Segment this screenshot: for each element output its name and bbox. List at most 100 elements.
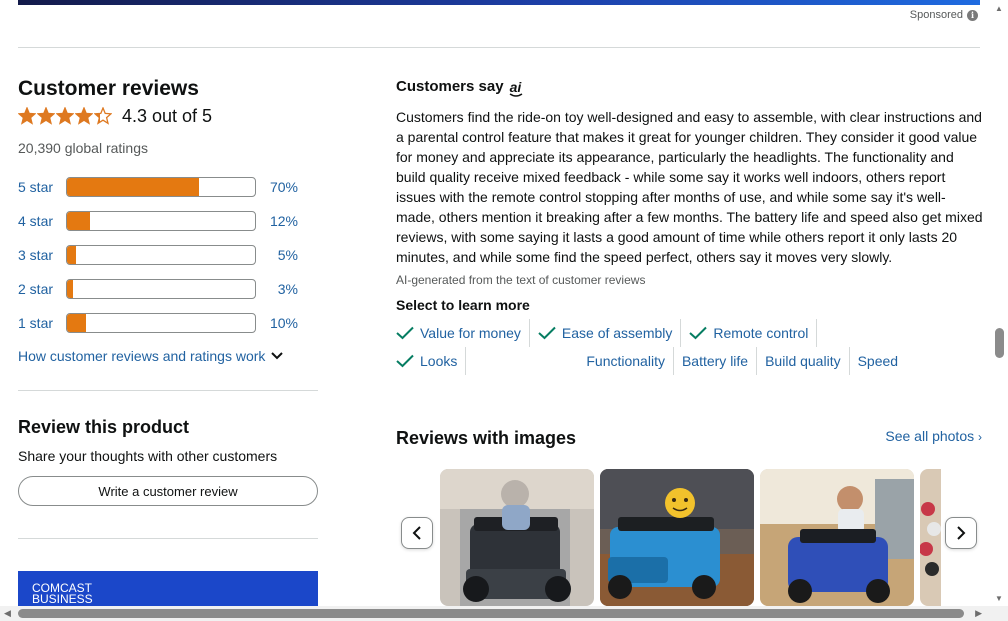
histogram-row[interactable]: 1 star 10% [18, 306, 318, 340]
histogram-bar[interactable] [66, 279, 256, 299]
sponsored-text: Sponsored [909, 9, 963, 21]
check-icon [396, 326, 414, 340]
histogram-bar[interactable] [66, 245, 256, 265]
histogram-row[interactable]: 3 star 5% [18, 238, 318, 272]
carousel-next-button[interactable] [945, 517, 977, 549]
review-photo-image [440, 469, 594, 606]
aspect-chip-label: Remote control [713, 325, 809, 341]
aspect-chip[interactable]: Ease of assembly [538, 319, 682, 347]
scroll-left-arrow-icon[interactable]: ◀ [4, 608, 11, 619]
vertical-scroll-thumb[interactable] [995, 328, 1004, 358]
ad-logo-text: COMCAST BUSINESS [32, 581, 93, 606]
how-reviews-work-text: How customer reviews and ratings work [18, 348, 266, 364]
histogram-bar-fill [67, 178, 199, 196]
horizontal-scrollbar[interactable]: ◀ ▶ [0, 606, 1008, 621]
aspect-chips: Value for money Ease of assembly Remote co… [396, 319, 956, 375]
histogram-bar-fill [67, 212, 90, 230]
aspect-chip[interactable]: Functionality [586, 347, 674, 375]
chevron-right-icon [957, 526, 966, 540]
comcast-ad-banner[interactable]: COMCAST BUSINESS [18, 571, 318, 611]
histogram-percent[interactable]: 70% [256, 179, 298, 195]
check-icon [396, 354, 414, 368]
see-all-photos-text: See all photos [885, 428, 975, 444]
reviews-with-images-heading: Reviews with images [396, 428, 577, 448]
horizontal-scroll-thumb[interactable] [18, 609, 964, 618]
histogram-star-label[interactable]: 4 star [18, 213, 66, 229]
star-icon [94, 107, 112, 125]
scroll-down-arrow-icon[interactable]: ▼ [995, 594, 1003, 603]
ai-review-summary: Customers find the ride-on toy well-desi… [396, 109, 983, 265]
review-photo[interactable] [600, 469, 754, 606]
customers-say-column: Customers say ai Customers find the ride… [396, 78, 986, 448]
review-photo[interactable] [440, 469, 594, 606]
review-photo-image [760, 469, 914, 606]
aspect-chip[interactable]: Battery life [681, 347, 758, 375]
write-review-label: Write a customer review [98, 483, 238, 499]
scroll-right-arrow-icon[interactable]: ▶ [975, 608, 982, 619]
star-icon [56, 107, 74, 125]
histogram-bar[interactable] [66, 177, 256, 197]
histogram-percent[interactable]: 5% [256, 247, 298, 263]
review-photo-image [600, 469, 754, 606]
check-icon [538, 326, 556, 340]
rating-histogram: 5 star 70% 4 star 12% 3 star 5% 2 star 3% 1 star… [18, 170, 318, 340]
aspect-chip-label: Value for money [420, 325, 521, 341]
carousel-prev-button[interactable] [401, 517, 433, 549]
review-photo[interactable] [920, 469, 941, 606]
histogram-bar[interactable] [66, 313, 256, 333]
ad-top-bar [18, 0, 980, 5]
reviews-summary-column: Customer reviews 4.3 out of 5 20,390 glo… [18, 76, 318, 611]
average-rating-row[interactable]: 4.3 out of 5 [18, 104, 318, 128]
histogram-bar-fill [67, 280, 73, 298]
histogram-row[interactable]: 5 star 70% [18, 170, 318, 204]
histogram-percent[interactable]: 3% [256, 281, 298, 297]
sponsored-label[interactable]: Sponsored i [910, 9, 978, 21]
histogram-bar[interactable] [66, 211, 256, 231]
histogram-percent[interactable]: 10% [256, 315, 298, 331]
star-icon [18, 107, 36, 125]
info-icon[interactable]: i [967, 9, 978, 21]
aspect-chip-label: Ease of assembly [561, 325, 673, 341]
aspect-chip[interactable]: Build quality [765, 347, 850, 375]
customers-say-heading: Customers say ai [396, 78, 986, 97]
review-this-product-subtitle: Share your thoughts with other customers [18, 448, 278, 464]
histogram-bar-fill [67, 314, 86, 332]
ai-smile-icon [509, 92, 522, 97]
histogram-row[interactable]: 2 star 3% [18, 272, 318, 306]
global-ratings-count: 20,390 global ratings [18, 140, 148, 156]
review-images-carousel [440, 469, 941, 606]
aspect-chip[interactable]: Speed [858, 347, 906, 375]
write-review-button[interactable]: Write a customer review [18, 476, 318, 506]
chevron-left-icon [412, 526, 421, 540]
how-reviews-work-link[interactable]: How customer reviews and ratings work [18, 348, 318, 364]
histogram-star-label[interactable]: 2 star [18, 281, 66, 297]
histogram-star-label[interactable]: 5 star [18, 179, 66, 195]
review-photo[interactable] [760, 469, 914, 606]
scroll-up-arrow-icon[interactable]: ▲ [995, 4, 1003, 13]
aspect-chip-label: Functionality [586, 353, 665, 369]
section-divider [18, 390, 318, 391]
see-all-photos-link[interactable]: See all photos › [885, 428, 982, 444]
aspect-chip[interactable]: Value for money [396, 319, 530, 347]
customer-reviews-heading: Customer reviews [18, 77, 199, 100]
aspect-chip-label: Battery life [681, 353, 749, 369]
aspect-chip-label: Looks [420, 353, 458, 369]
histogram-bar-fill [67, 246, 77, 264]
select-to-learn-more: Select to learn more [396, 297, 530, 313]
star-rating [18, 107, 112, 125]
histogram-percent[interactable]: 12% [256, 213, 298, 229]
aspect-chip-label: Build quality [765, 353, 841, 369]
histogram-star-label[interactable]: 1 star [18, 315, 66, 331]
aspect-chip[interactable]: Looks [396, 347, 467, 375]
aspect-chip-label: Speed [857, 353, 899, 369]
review-photo-image [920, 469, 941, 606]
histogram-row[interactable]: 4 star 12% [18, 204, 318, 238]
star-icon [37, 107, 55, 125]
histogram-star-label[interactable]: 3 star [18, 247, 66, 263]
vertical-scrollbar[interactable]: ▲ ▼ [991, 0, 1008, 606]
section-divider [18, 47, 980, 48]
section-divider [18, 538, 318, 539]
aspect-chip[interactable]: Remote control [689, 319, 818, 347]
review-this-product-heading: Review this product [18, 417, 190, 437]
chevron-right-icon: › [978, 430, 982, 444]
